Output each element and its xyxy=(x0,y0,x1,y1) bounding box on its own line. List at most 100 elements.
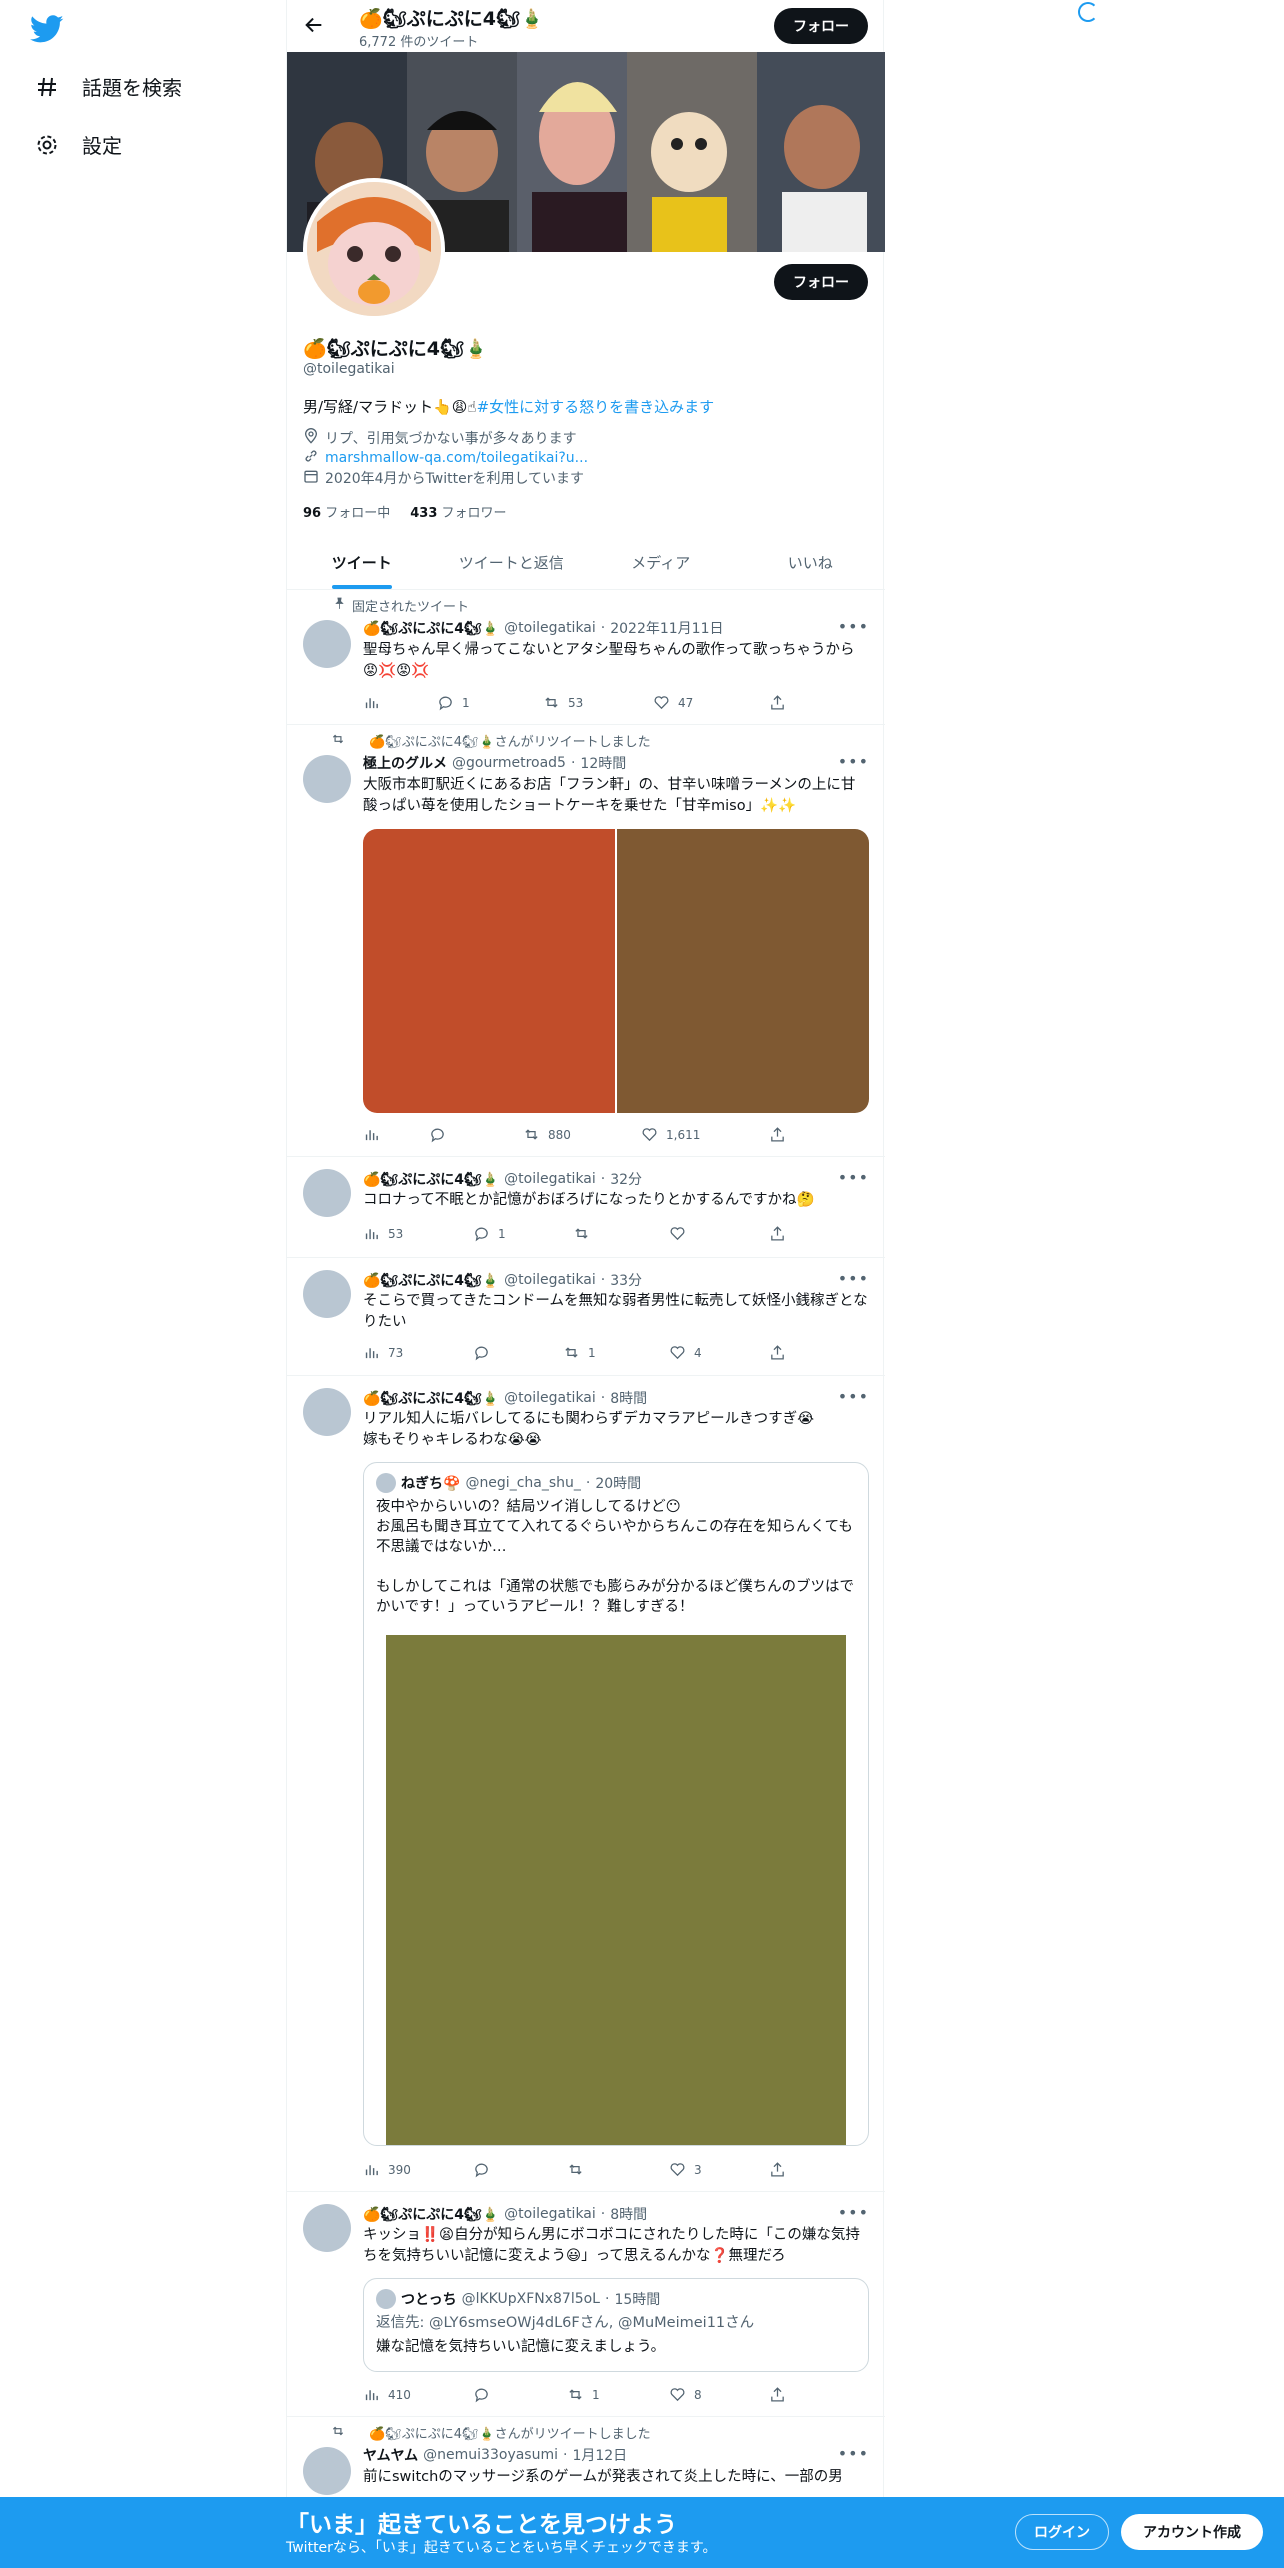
reply-button[interactable] xyxy=(473,2161,498,2178)
signup-button[interactable]: アカウント作成 xyxy=(1121,2514,1263,2550)
avatar[interactable] xyxy=(303,1169,351,1217)
media-image[interactable] xyxy=(363,829,615,1113)
author-name[interactable]: 🍊🐿ぷにぷに4🐿🎍 xyxy=(363,2204,499,2224)
author-handle[interactable]: @toilegatikai xyxy=(504,1390,596,1406)
twitter-logo-icon[interactable] xyxy=(29,12,64,46)
quoted-media-image[interactable] xyxy=(386,1635,846,2145)
author-handle[interactable]: @toilegatikai xyxy=(504,1272,596,1288)
author-handle[interactable]: @nemui33oyasumi xyxy=(423,2447,558,2463)
retweet-button[interactable] xyxy=(567,2161,592,2178)
header-follow-button[interactable]: フォロー xyxy=(774,8,868,44)
author-name[interactable]: 🍊🐿ぷにぷに4🐿🎍 xyxy=(363,1388,499,1408)
tweet-item[interactable]: 🍊🐿ぷにぷに4🐿🎍 @toilegatikai · 8時間 ••• リアル知人に… xyxy=(287,1376,885,2192)
author-handle[interactable]: @toilegatikai xyxy=(504,2206,596,2222)
share-button[interactable] xyxy=(769,1126,786,1143)
more-options-icon[interactable]: ••• xyxy=(838,2444,869,2463)
nav-explore[interactable]: 話題を検索 xyxy=(34,72,182,101)
back-arrow-icon[interactable] xyxy=(303,14,327,38)
quoted-tweet-header: つとっち @lKKUpXFNx87l5oL · 15時間 xyxy=(376,2289,660,2309)
author-handle[interactable]: @gourmetroad5 xyxy=(452,755,566,771)
tweet-time[interactable]: 33分 xyxy=(610,1270,642,1290)
views-button[interactable]: 53 xyxy=(363,1225,403,1242)
share-button[interactable] xyxy=(769,2386,786,2403)
share-button[interactable] xyxy=(769,2161,786,2178)
reply-button[interactable]: 1 xyxy=(473,1225,506,1242)
retweet-context: 🍊🐿ぷにぷに4🐿🎍さんがリツイートしました xyxy=(331,2423,651,2442)
tweet-text: リアル知人に垢バレしてるにも関わらずデカマラアピールきつすぎ😭 嫁もそりゃキレる… xyxy=(363,1411,815,1448)
views-button[interactable]: 410 xyxy=(363,2386,411,2403)
like-button[interactable]: 4 xyxy=(669,1344,702,1361)
author-handle[interactable]: @toilegatikai xyxy=(504,620,596,636)
reply-button[interactable] xyxy=(473,1344,498,1361)
retweet-button[interactable]: 1 xyxy=(567,2386,600,2403)
more-options-icon[interactable]: ••• xyxy=(838,1168,869,1187)
author-name[interactable]: 🍊🐿ぷにぷに4🐿🎍 xyxy=(363,618,499,638)
tab-media[interactable]: メディア xyxy=(586,536,736,589)
author-name[interactable]: ヤムヤム xyxy=(363,2445,418,2465)
views-button[interactable] xyxy=(363,1126,388,1143)
nav-settings[interactable]: 設定 xyxy=(34,130,122,159)
tab-likes[interactable]: いいね xyxy=(736,536,886,589)
quoted-tweet[interactable]: ねぎち🍄 @negi_cha_shu_ · 20時間 夜中やからいいの？結局ツイ… xyxy=(363,1462,869,2146)
more-options-icon[interactable]: ••• xyxy=(838,2203,869,2222)
quoted-tweet-header: ねぎち🍄 @negi_cha_shu_ · 20時間 xyxy=(376,1473,641,1493)
avatar[interactable] xyxy=(303,620,351,668)
login-button[interactable]: ログイン xyxy=(1015,2514,1109,2550)
profile-url-link[interactable]: marshmallow-qa.com/toilegatikai?u... xyxy=(325,450,588,466)
retweet-button[interactable]: 53 xyxy=(543,694,583,711)
analytics-icon xyxy=(365,1348,378,1359)
nav-settings-label: 設定 xyxy=(82,134,122,158)
views-button[interactable] xyxy=(363,694,388,711)
tab-tweets-and-replies[interactable]: ツイートと返信 xyxy=(437,536,587,589)
like-button[interactable]: 1,611 xyxy=(641,1126,700,1143)
tweet-item[interactable]: 🍊🐿ぷにぷに4🐿🎍 @toilegatikai · 32分 ••• コロナって不… xyxy=(287,1157,885,1258)
tweet-item[interactable]: 🍊🐿ぷにぷに4🐿🎍 @toilegatikai · 8時間 ••• キッショ‼️… xyxy=(287,2192,885,2417)
author-name[interactable]: 🍊🐿ぷにぷに4🐿🎍 xyxy=(363,1270,499,1290)
avatar[interactable] xyxy=(303,1270,351,1318)
tweet-item[interactable]: 🍊🐿ぷにぷに4🐿🎍 @toilegatikai · 33分 ••• そこらで買っ… xyxy=(287,1258,885,1376)
tweet-time[interactable]: 8時間 xyxy=(610,1388,647,1408)
like-button[interactable] xyxy=(669,1225,694,1242)
followers-stat[interactable]: 433 フォロワー xyxy=(410,502,506,521)
bio-hashtag-link[interactable]: #女性に対する怒りを書き込みます xyxy=(477,398,715,416)
reply-button[interactable] xyxy=(429,1126,454,1143)
tweet-media[interactable] xyxy=(363,829,869,1113)
tweet-time[interactable]: 8時間 xyxy=(610,2204,647,2224)
more-options-icon[interactable]: ••• xyxy=(838,1387,869,1406)
tweet-item[interactable]: 固定されたツイート 🍊🐿ぷにぷに4🐿🎍 @toilegatikai · 2022… xyxy=(287,590,885,725)
more-options-icon[interactable]: ••• xyxy=(838,752,869,771)
like-button[interactable]: 47 xyxy=(653,694,693,711)
like-button[interactable]: 8 xyxy=(669,2386,702,2403)
share-button[interactable] xyxy=(769,1225,786,1242)
tweet-time[interactable]: 2022年11月11日 xyxy=(610,618,723,638)
author-name[interactable]: 極上のグルメ xyxy=(363,753,447,773)
views-button[interactable]: 73 xyxy=(363,1344,403,1361)
author-name[interactable]: 🍊🐿ぷにぷに4🐿🎍 xyxy=(363,1169,499,1189)
more-options-icon[interactable]: ••• xyxy=(838,1269,869,1288)
tweet-time[interactable]: 32分 xyxy=(610,1169,642,1189)
author-handle[interactable]: @toilegatikai xyxy=(504,1171,596,1187)
views-button[interactable]: 390 xyxy=(363,2161,411,2178)
tweet-item[interactable]: 🍊🐿ぷにぷに4🐿🎍さんがリツイートしました 極上のグルメ @gourmetroa… xyxy=(287,725,885,1157)
share-button[interactable] xyxy=(769,694,786,711)
avatar[interactable] xyxy=(303,2204,351,2252)
avatar[interactable] xyxy=(303,1388,351,1436)
retweet-button[interactable]: 1 xyxy=(563,1344,596,1361)
media-image[interactable] xyxy=(617,829,869,1113)
retweet-button[interactable] xyxy=(573,1225,598,1242)
reply-button[interactable] xyxy=(473,2386,498,2403)
avatar[interactable] xyxy=(303,2447,351,2495)
tab-tweets[interactable]: ツイート xyxy=(287,536,437,589)
tweet-time[interactable]: 1月12日 xyxy=(572,2445,627,2465)
tweet-time[interactable]: 12時間 xyxy=(580,753,626,773)
like-button[interactable]: 3 xyxy=(669,2161,702,2178)
more-options-icon[interactable]: ••• xyxy=(838,617,869,636)
retweet-button[interactable]: 880 xyxy=(523,1126,571,1143)
following-stat[interactable]: 96 フォロー中 xyxy=(303,502,390,521)
avatar[interactable] xyxy=(303,755,351,803)
quoted-tweet[interactable]: つとっち @lKKUpXFNx87l5oL · 15時間 返信先: @LY6sm… xyxy=(363,2278,869,2372)
profile-follow-button[interactable]: フォロー xyxy=(774,264,868,300)
reply-button[interactable]: 1 xyxy=(437,694,470,711)
share-button[interactable] xyxy=(769,1344,786,1361)
profile-avatar[interactable] xyxy=(303,178,445,320)
